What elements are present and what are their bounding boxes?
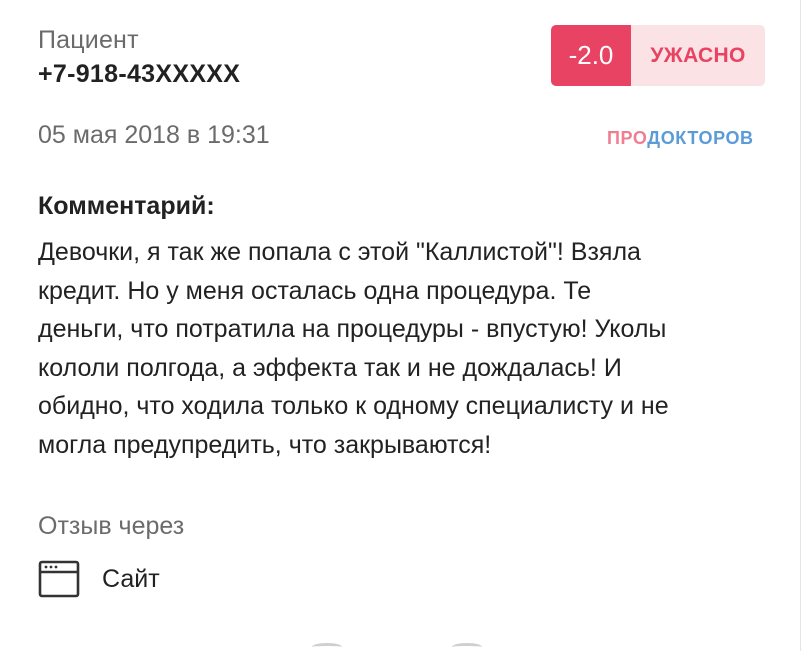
comment-line: кололи полгода, а эффекта так и не дожда… [38,353,622,382]
rating-score: -2.0 [551,25,631,86]
via-label: Отзыв через [38,512,185,540]
scroll-hint-arc [452,643,482,651]
brand-logo: ПРОДОКТОРОВ [607,128,754,149]
comment-line: Девочки, я так же попала с этой "Каллист… [38,238,641,266]
rating-badge: -2.0 УЖАСНО [551,25,765,86]
comment-line: могла предупредить, что закрываются! [38,430,492,459]
browser-window-icon [38,560,80,598]
author-label: Пациент [38,26,139,54]
author-phone: +7-918-43XXXXX [38,60,241,88]
brand-logo-part1: ПРО [607,128,648,148]
source-label: Сайт [102,564,160,593]
review-date: 05 мая 2018 в 19:31 [38,121,270,149]
rating-verdict: УЖАСНО [631,25,765,86]
review-source: Сайт [38,560,160,598]
comment-line: обидно, что ходила только к одному специ… [38,392,669,420]
scroll-hint-arc [312,643,342,651]
review-card: Пациент +7-918-43XXXXX -2.0 УЖАСНО 05 ма… [0,0,801,651]
brand-logo-part2: ДОКТОРОВ [647,128,754,148]
comment-body: Девочки, я так же попала с этой "Каллист… [38,233,773,464]
comment-line: кредит. Но у меня осталась одна процедур… [38,276,592,305]
comment-line: деньги, что потратила на процедуры - впу… [38,315,667,343]
comment-title: Комментарий: [38,192,215,220]
scroll-hint [312,643,482,651]
